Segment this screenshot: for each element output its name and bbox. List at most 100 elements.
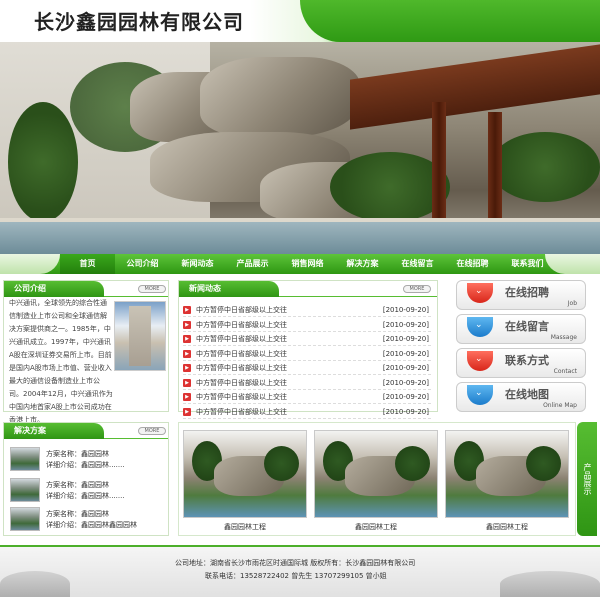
quick-label-cn: 在线留言 [505,320,549,333]
news-item[interactable]: ▶ 中方暂停中日省部级以上交往 [2010-09-20] [183,376,431,390]
online-recruitment-button[interactable]: ⌄ 在线招聘 Job [456,280,586,310]
news-date: [2010-09-20] [382,349,429,358]
news-item[interactable]: ▶ 中方暂停中日省部级以上交往 [2010-09-20] [183,318,431,332]
site-header: 长沙鑫园园林有限公司 [0,0,600,42]
solution-item[interactable]: 方案名称：鑫园园林 详细介绍：鑫园园林....... [10,447,170,475]
intro-panel: 公司介绍 MORE 中兴通讯，全球领先的综合性通信制造业上市公司和全球通信解决方… [3,280,169,424]
chevron-down-icon: ⌄ [467,385,493,405]
footer-landscape-decoration [500,571,600,597]
quick-label-en: Online Map [543,402,577,409]
news-title[interactable]: 中方暂停中日省部级以上交往 [196,332,287,346]
chevron-down-icon: ⌄ [467,283,493,303]
news-date: [2010-09-20] [382,364,429,372]
bullet-icon: ▶ [183,407,191,416]
news-panel: 新闻动态 MORE ▶ 中方暂停中日省部级以上交往 [2010-09-20] ▶ 中方暂… [178,280,438,419]
banner-rock [200,57,360,137]
nav-item-home[interactable]: 首页 [60,254,115,274]
solution-thumbnail [10,478,40,502]
news-title[interactable]: 中方暂停中日省部级以上交往 [196,376,287,390]
news-title[interactable]: 中方暂停中日省部级以上交往 [196,303,287,317]
quick-label-en: Job [567,300,577,307]
solutions-panel-divider [104,438,168,439]
solution-item[interactable]: 方案名称：鑫园园林 详细介绍：鑫园园林....... [10,478,170,506]
bullet-icon: ▶ [183,306,191,314]
solution-name: 方案名称：鑫园园林 [46,481,109,489]
product-card[interactable]: 鑫园园林工程 [445,430,569,534]
quick-label-en: Massage [550,334,577,341]
intro-panel-divider [104,296,168,297]
solution-detail: 详细介绍：鑫园园林....... [46,461,125,469]
chevron-down-icon: ⌄ [467,351,493,371]
product-caption: 鑫园园林工程 [355,523,397,531]
solution-name: 方案名称：鑫园园林 [46,510,109,518]
news-item[interactable]: ▶ 中方暂停中日省部级以上交往 [2010-09-20] [183,347,431,361]
nav-item-sales[interactable]: 销售网络 [280,254,335,274]
news-item[interactable]: ▶ 中方暂停中日省部级以上交往 [2010-09-20] [183,303,431,317]
news-date: [2010-09-20] [382,320,429,329]
news-item[interactable]: ▶ 中方暂停中日省部级以上交往 [2010-09-20] [183,390,431,404]
online-map-button[interactable]: ⌄ 在线地图 Online Map [456,382,586,412]
intro-building-image [114,301,166,371]
nav-item-message[interactable]: 在线留言 [390,254,445,274]
news-item[interactable]: ▶ 中方暂停中日省部级以上交往 [2010-09-20] [183,361,431,375]
product-card[interactable]: 鑫园园林工程 [183,430,307,534]
footer-address-line: 公司地址：湖南省长沙市雨花区时通国际城 版权所有：长沙鑫园园林有限公司 [175,559,416,567]
news-title[interactable]: 中方暂停中日省部级以上交往 [196,390,287,404]
banner-pool [0,222,600,254]
solutions-panel: 解决方案 MORE 方案名称：鑫园园林 详细介绍：鑫园园林....... 方案名… [3,422,169,536]
nav-item-solutions[interactable]: 解决方案 [335,254,390,274]
news-panel-divider [279,296,437,297]
site-footer: 公司地址：湖南省长沙市雨花区时通国际城 版权所有：长沙鑫园园林有限公司 联系电话… [0,545,600,597]
solution-name: 方案名称：鑫园园林 [46,450,109,458]
nav-item-about[interactable]: 公司介绍 [115,254,170,274]
chevron-down-icon: ⌄ [467,317,493,337]
nav-item-products[interactable]: 产品展示 [225,254,280,274]
news-title[interactable]: 中方暂停中日省部级以上交往 [196,361,287,375]
footer-landscape-decoration [0,571,70,597]
bullet-icon: ▶ [183,378,191,387]
header-green-band [300,0,600,42]
news-date: [2010-09-20] [382,407,429,416]
news-title[interactable]: 中方暂停中日省部级以上交往 [196,405,287,419]
banner-pavilion-roof [350,44,600,130]
bullet-icon: ▶ [183,393,191,401]
intro-text: 中兴通讯，全球领先的综合性通信制造业上市公司和全球通信解决方案提供商之一。198… [9,297,113,427]
intro-more-button[interactable]: MORE [138,285,166,293]
news-item[interactable]: ▶ 中方暂停中日省部级以上交往 [2010-09-20] [183,332,431,346]
solution-detail: 详细介绍：鑫园园林鑫园园林 [46,521,137,529]
intro-text-body: 中兴通讯，全球领先的综合性通信制造业上市公司和全球通信解决方案提供商之一。198… [9,299,113,424]
news-item[interactable]: ▶ 中方暂停中日省部级以上交往 [2010-09-20] [183,405,431,419]
main-nav: 首页 公司介绍 新闻动态 产品展示 销售网络 解决方案 在线留言 在线招聘 联系… [0,254,600,274]
banner-tree [8,102,78,222]
news-divider [183,417,431,419]
bullet-icon: ▶ [183,335,191,343]
product-card[interactable]: 鑫园园林工程 [314,430,438,534]
intro-panel-title: 公司介绍 [4,281,104,297]
news-more-button[interactable]: MORE [403,285,431,293]
news-date: [2010-09-20] [382,306,429,314]
news-title[interactable]: 中方暂停中日省部级以上交往 [196,347,287,361]
solutions-more-button[interactable]: MORE [138,427,166,435]
product-image [314,430,438,518]
products-side-tab[interactable]: 产品展示 [577,422,597,536]
quick-label-en: Contact [553,368,577,375]
quick-label-cn: 联系方式 [505,354,549,367]
nav-item-jobs[interactable]: 在线招聘 [445,254,500,274]
online-message-button[interactable]: ⌄ 在线留言 Massage [456,314,586,344]
contact-info-button[interactable]: ⌄ 联系方式 Contact [456,348,586,378]
news-date: [2010-09-20] [382,378,429,387]
bullet-icon: ▶ [183,364,191,372]
nav-item-news[interactable]: 新闻动态 [170,254,225,274]
product-caption: 鑫园园林工程 [224,523,266,531]
banner-tree [490,132,600,202]
nav-left-cap [0,254,60,274]
solution-item[interactable]: 方案名称：鑫园园林 详细介绍：鑫园园林鑫园园林 [10,507,170,535]
site-title: 长沙鑫园园林有限公司 [34,10,244,34]
news-title[interactable]: 中方暂停中日省部级以上交往 [196,318,287,332]
banner-image [0,42,600,254]
solution-thumbnail [10,507,40,531]
bullet-icon: ▶ [183,320,191,329]
product-image [445,430,569,518]
product-image [183,430,307,518]
solution-detail: 详细介绍：鑫园园林....... [46,492,125,500]
